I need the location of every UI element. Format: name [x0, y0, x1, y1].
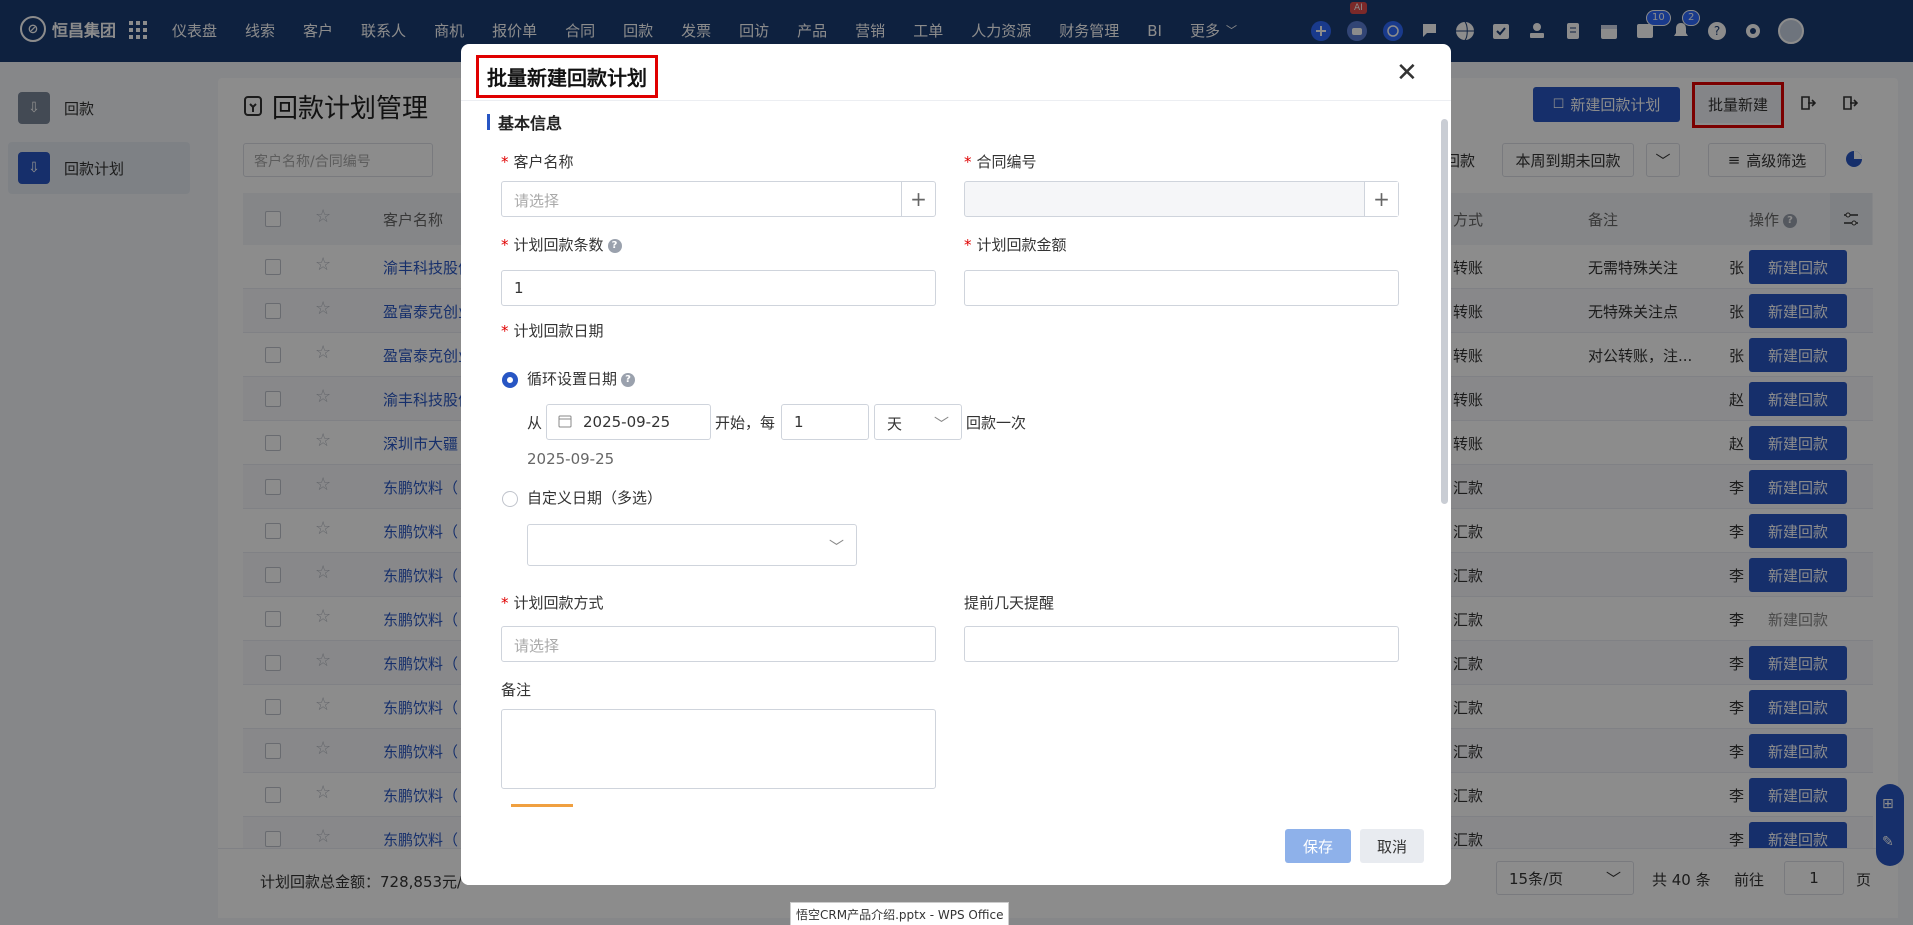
customer-label-text: 客户名称 [513, 153, 574, 171]
plus-icon[interactable]: + [901, 182, 935, 216]
calendar-icon [558, 414, 572, 428]
plan-amount-label: * 计划回款金额 [964, 236, 1067, 254]
start-date-picker[interactable]: 2025-09-25 [546, 404, 711, 440]
dialog-title: 批量新建回款计划 [476, 55, 658, 98]
section-basic-info: 基本信息 [487, 110, 562, 134]
from-label: 从 [527, 414, 543, 432]
custom-date-option: 自定义日期（多选） [527, 489, 663, 507]
plus-icon[interactable]: + [1364, 182, 1398, 216]
remark-label: 备注 [501, 681, 532, 699]
start-date-value: 2025-09-25 [583, 413, 671, 431]
remind-days-input[interactable] [964, 626, 1399, 662]
plan-amount-input[interactable] [964, 270, 1399, 306]
section-marker [487, 114, 490, 130]
plan-amount-label-text: 计划回款金额 [976, 236, 1067, 254]
dialog-scrollbar[interactable] [1441, 119, 1448, 504]
plan-method-label: * 计划回款方式 [501, 594, 604, 612]
plan-method-select[interactable]: 请选择 [501, 626, 936, 662]
plan-date-label-text: 计划回款日期 [513, 322, 604, 340]
contract-label-text: 合同编号 [976, 153, 1037, 171]
plan-count-label: * 计划回款条数? [501, 234, 622, 255]
contract-select[interactable]: + [964, 181, 1399, 217]
plan-method-label-text: 计划回款方式 [513, 594, 604, 612]
plan-count-label-text: 计划回款条数 [513, 236, 604, 254]
custom-date-select[interactable]: ﹀ [527, 524, 857, 566]
customer-placeholder: 请选择 [514, 192, 560, 210]
close-icon[interactable]: ✕ [1396, 58, 1418, 88]
batch-create-dialog: 批量新建回款计划 ✕ 基本信息 * 客户名称 请选择 + * 合同编号 + * 计划回… [461, 44, 1451, 885]
customer-select[interactable]: 请选择 + [501, 181, 936, 217]
section-basic-title: 基本信息 [498, 114, 563, 133]
custom-date-radio[interactable] [502, 491, 518, 507]
remark-textarea[interactable] [501, 709, 936, 789]
taskbar-tooltip: 悟空CRM产品介绍.pptx - WPS Office [790, 902, 1010, 925]
contract-label: * 合同编号 [964, 153, 1037, 171]
chevron-down-icon: ﹀ [933, 415, 949, 433]
once-label: 回款一次 [966, 414, 1027, 432]
help-icon[interactable]: ? [607, 238, 622, 253]
interval-input[interactable]: 1 [781, 404, 869, 440]
preview-date: 2025-09-25 [527, 450, 615, 468]
interval-unit-select[interactable]: 天 ﹀ [874, 404, 962, 440]
cycle-date-label: 循环设置日期 [527, 370, 618, 388]
cycle-date-radio[interactable] [502, 372, 518, 388]
customer-label: * 客户名称 [501, 153, 574, 171]
help-icon[interactable]: ? [621, 372, 636, 387]
plan-count-input[interactable]: 1 [501, 270, 936, 306]
header-divider [461, 100, 1451, 101]
chevron-down-icon: ﹀ [828, 538, 844, 556]
save-button[interactable]: 保存 [1285, 829, 1351, 863]
remind-days-label: 提前几天提醒 [964, 594, 1055, 612]
plan-date-label: * 计划回款日期 [501, 322, 604, 340]
cancel-button[interactable]: 取消 [1360, 829, 1424, 863]
cycle-date-option: 循环设置日期? [527, 368, 636, 389]
dialog-header: 批量新建回款计划 ✕ [461, 44, 1451, 100]
start-every-label: 开始，每 [715, 414, 776, 432]
interval-unit-value: 天 [887, 415, 903, 433]
